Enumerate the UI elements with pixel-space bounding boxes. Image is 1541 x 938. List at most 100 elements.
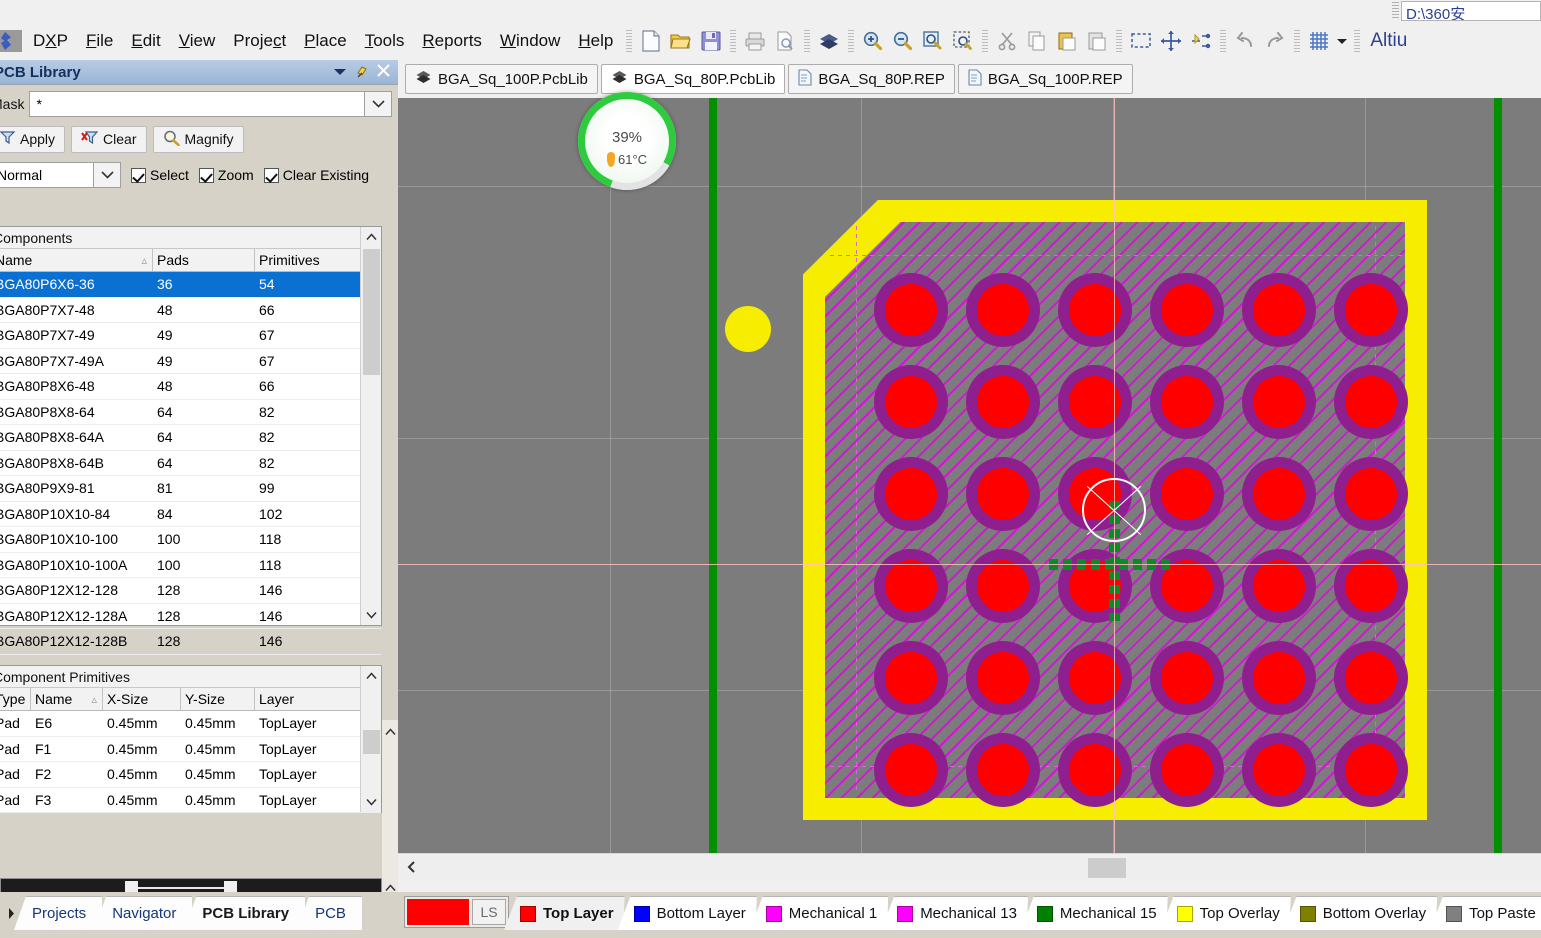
menu-view[interactable]: View: [170, 28, 225, 54]
clear-button[interactable]: Clear: [71, 125, 147, 153]
table-row[interactable]: BGA80P6X6-36 36 54: [0, 272, 381, 298]
open-folder-icon[interactable]: [666, 26, 696, 56]
redo-icon[interactable]: [1260, 26, 1290, 56]
menu-dxp[interactable]: DXP: [24, 28, 77, 54]
bga-pad[interactable]: [1058, 641, 1132, 715]
bga-pad[interactable]: [874, 457, 948, 531]
scrollbar-thumb[interactable]: [363, 249, 380, 375]
column-type[interactable]: Type: [0, 688, 31, 710]
table-row[interactable]: Pad F3 0.45mm 0.45mm TopLayer: [0, 788, 381, 813]
table-row[interactable]: BGA80P10X10-84 84 102: [0, 502, 381, 527]
scrollbar-thumb[interactable]: [1088, 858, 1126, 878]
address-field[interactable]: D:\360安: [1401, 1, 1541, 21]
clear-existing-checkbox[interactable]: Clear Existing: [263, 167, 369, 183]
menu-help[interactable]: Help: [569, 28, 622, 54]
table-row[interactable]: BGA80P12X12-128 128 146: [0, 578, 381, 604]
chevron-down-icon[interactable]: [361, 605, 382, 625]
table-row[interactable]: BGA80P12X12-128A 128 146: [0, 604, 381, 629]
table-row[interactable]: BGA80P8X6-48 48 66: [0, 374, 381, 400]
bga-pad[interactable]: [1242, 641, 1316, 715]
zoom-fit-icon[interactable]: [918, 26, 948, 56]
scrollbar-thumb[interactable]: [363, 730, 380, 754]
cpu-monitor-widget[interactable]: 39% 61°C: [578, 92, 676, 190]
canvas-hscrollbar[interactable]: [398, 853, 1541, 881]
column-prim-name[interactable]: Name ▵: [31, 688, 103, 710]
copy-icon[interactable]: [1022, 26, 1052, 56]
bga-pad[interactable]: [1058, 365, 1132, 439]
magnify-button[interactable]: Magnify: [152, 125, 244, 153]
bga-pad[interactable]: [874, 273, 948, 347]
bga-pad[interactable]: [874, 549, 948, 623]
table-row[interactable]: BGA80P10X10-100 100 118: [0, 527, 381, 553]
document-tab-3[interactable]: BGA_Sq_100P.REP: [957, 64, 1133, 94]
layer-tab-bottom-layer[interactable]: Bottom Layer: [618, 896, 757, 930]
table-row[interactable]: BGA80P8X8-64 64 82: [0, 400, 381, 425]
column-layer[interactable]: Layer: [255, 688, 343, 710]
column-pads[interactable]: Pads: [153, 249, 255, 271]
layer-tab-mechanical-15[interactable]: Mechanical 15: [1021, 896, 1168, 930]
zoom-checkbox[interactable]: Zoom: [198, 167, 254, 183]
new-document-icon[interactable]: [636, 26, 666, 56]
layer-tab-top-layer[interactable]: Top Layer: [504, 896, 625, 930]
bga-pad[interactable]: [1150, 457, 1224, 531]
print-icon[interactable]: [740, 26, 770, 56]
menu-place[interactable]: Place: [295, 28, 356, 54]
bga-pad[interactable]: [1058, 273, 1132, 347]
bga-pad[interactable]: [1150, 733, 1224, 807]
bga-pad[interactable]: [1334, 457, 1408, 531]
bga-pad[interactable]: [1334, 365, 1408, 439]
layer-tab-mechanical-1[interactable]: Mechanical 1: [750, 896, 888, 930]
align-icon[interactable]: [1186, 26, 1216, 56]
close-icon[interactable]: [377, 64, 390, 80]
layer-tab-bottom-overlay[interactable]: Bottom Overlay: [1284, 896, 1437, 930]
layer-tab-top-overlay[interactable]: Top Overlay: [1161, 896, 1291, 930]
document-tab-2[interactable]: BGA_Sq_80P.REP: [788, 64, 955, 94]
mode-dropdown-chevron-down-icon[interactable]: [94, 162, 121, 188]
table-row[interactable]: BGA80P7X7-49 49 67: [0, 323, 381, 349]
table-row[interactable]: Pad E6 0.45mm 0.45mm TopLayer: [0, 711, 381, 737]
select-area-icon[interactable]: [1126, 26, 1156, 56]
menu-window[interactable]: Window: [491, 28, 569, 54]
table-row[interactable]: BGA80P9X9-81 81 99: [0, 476, 381, 502]
table-row[interactable]: BGA80P8X8-64A 64 82: [0, 425, 381, 451]
bga-pad[interactable]: [874, 365, 948, 439]
cut-icon[interactable]: [992, 26, 1022, 56]
table-row[interactable]: Pad F2 0.45mm 0.45mm TopLayer: [0, 762, 381, 788]
bga-pad[interactable]: [966, 733, 1040, 807]
select-checkbox[interactable]: Select: [131, 167, 189, 183]
document-tab-0[interactable]: BGA_Sq_100P.PcbLib: [405, 64, 598, 94]
undo-icon[interactable]: [1230, 26, 1260, 56]
column-ysize[interactable]: Y-Size: [181, 688, 255, 710]
zoom-in-icon[interactable]: [858, 26, 888, 56]
grid-icon[interactable]: [1304, 26, 1334, 56]
bga-pad[interactable]: [1150, 273, 1224, 347]
bga-pad[interactable]: [966, 641, 1040, 715]
bga-pad[interactable]: [966, 549, 1040, 623]
bga-pad[interactable]: [966, 273, 1040, 347]
column-xsize[interactable]: X-Size: [103, 688, 181, 710]
chevron-left-icon[interactable]: [398, 860, 424, 876]
layer-tab-mechanical-13[interactable]: Mechanical 13: [881, 896, 1028, 930]
panel-tab-navigator[interactable]: Navigator: [94, 896, 193, 930]
bga-pad[interactable]: [1242, 365, 1316, 439]
bga-pad[interactable]: [1334, 549, 1408, 623]
panel-tab-pcb[interactable]: PCB: [297, 896, 362, 930]
table-row[interactable]: BGA80P8X8-64B 64 82: [0, 451, 381, 476]
document-tab-1[interactable]: BGA_Sq_80P.PcbLib: [600, 64, 786, 94]
bga-pad[interactable]: [874, 733, 948, 807]
chevron-down-icon[interactable]: [333, 65, 347, 80]
panel-tab-pcb-library[interactable]: PCB Library: [184, 896, 306, 930]
bga-pad[interactable]: [1150, 365, 1224, 439]
zoom-out-icon[interactable]: [888, 26, 918, 56]
bga-pad[interactable]: [1242, 273, 1316, 347]
menu-tools[interactable]: Tools: [356, 28, 414, 54]
layer-tab-top-paste[interactable]: Top Paste: [1430, 896, 1541, 930]
grid-dropdown-icon[interactable]: [1334, 27, 1350, 55]
menu-project[interactable]: Project: [224, 28, 295, 54]
chevron-up-icon[interactable]: [361, 227, 382, 247]
table-row[interactable]: BGA80P7X7-49A 49 67: [0, 349, 381, 374]
bga-pad[interactable]: [874, 641, 948, 715]
print-preview-icon[interactable]: [770, 26, 800, 56]
bga-pad[interactable]: [1334, 641, 1408, 715]
pin-icon[interactable]: [355, 64, 369, 81]
